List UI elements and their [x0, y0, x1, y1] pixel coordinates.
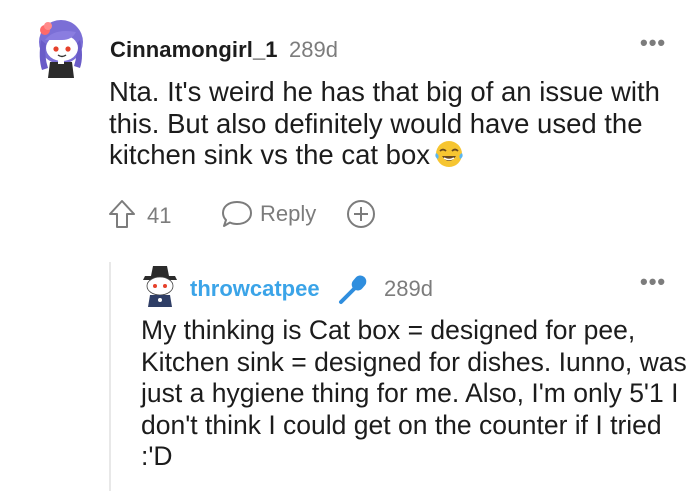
comment-text: Nta. It's weird he has that big of an is…	[109, 76, 660, 170]
comment-thread: Cinnamongirl_1 289d ••• Nta. It's weird …	[0, 0, 700, 491]
reply-more-options-button[interactable]: •••	[640, 269, 666, 295]
face-with-tears-of-joy-icon	[435, 141, 463, 167]
reply-username[interactable]: throwcatpee	[190, 276, 320, 302]
microphone-icon	[339, 275, 367, 304]
vote-count: 41	[147, 203, 172, 228]
reply-button[interactable]: Reply	[220, 198, 316, 230]
speech-bubble-icon	[222, 201, 252, 227]
comment-body: Nta. It's weird he has that big of an is…	[109, 76, 689, 171]
more-options-button[interactable]: •••	[640, 30, 666, 56]
reply-body: My thinking is Cat box = designed for pe…	[141, 315, 687, 471]
upvote-icon[interactable]	[107, 198, 137, 230]
comment-username[interactable]: Cinnamongirl_1	[110, 37, 278, 63]
thread-line[interactable]	[109, 262, 111, 491]
comment-actions: 41 Reply	[107, 198, 407, 232]
reply-age: 289d	[384, 276, 433, 301]
reply-label: Reply	[260, 201, 317, 226]
user-avatar[interactable]	[32, 18, 90, 80]
comment-age: 289d	[289, 37, 338, 62]
plus-circle-icon[interactable]	[345, 198, 377, 230]
reply-user-avatar[interactable]	[139, 264, 181, 308]
